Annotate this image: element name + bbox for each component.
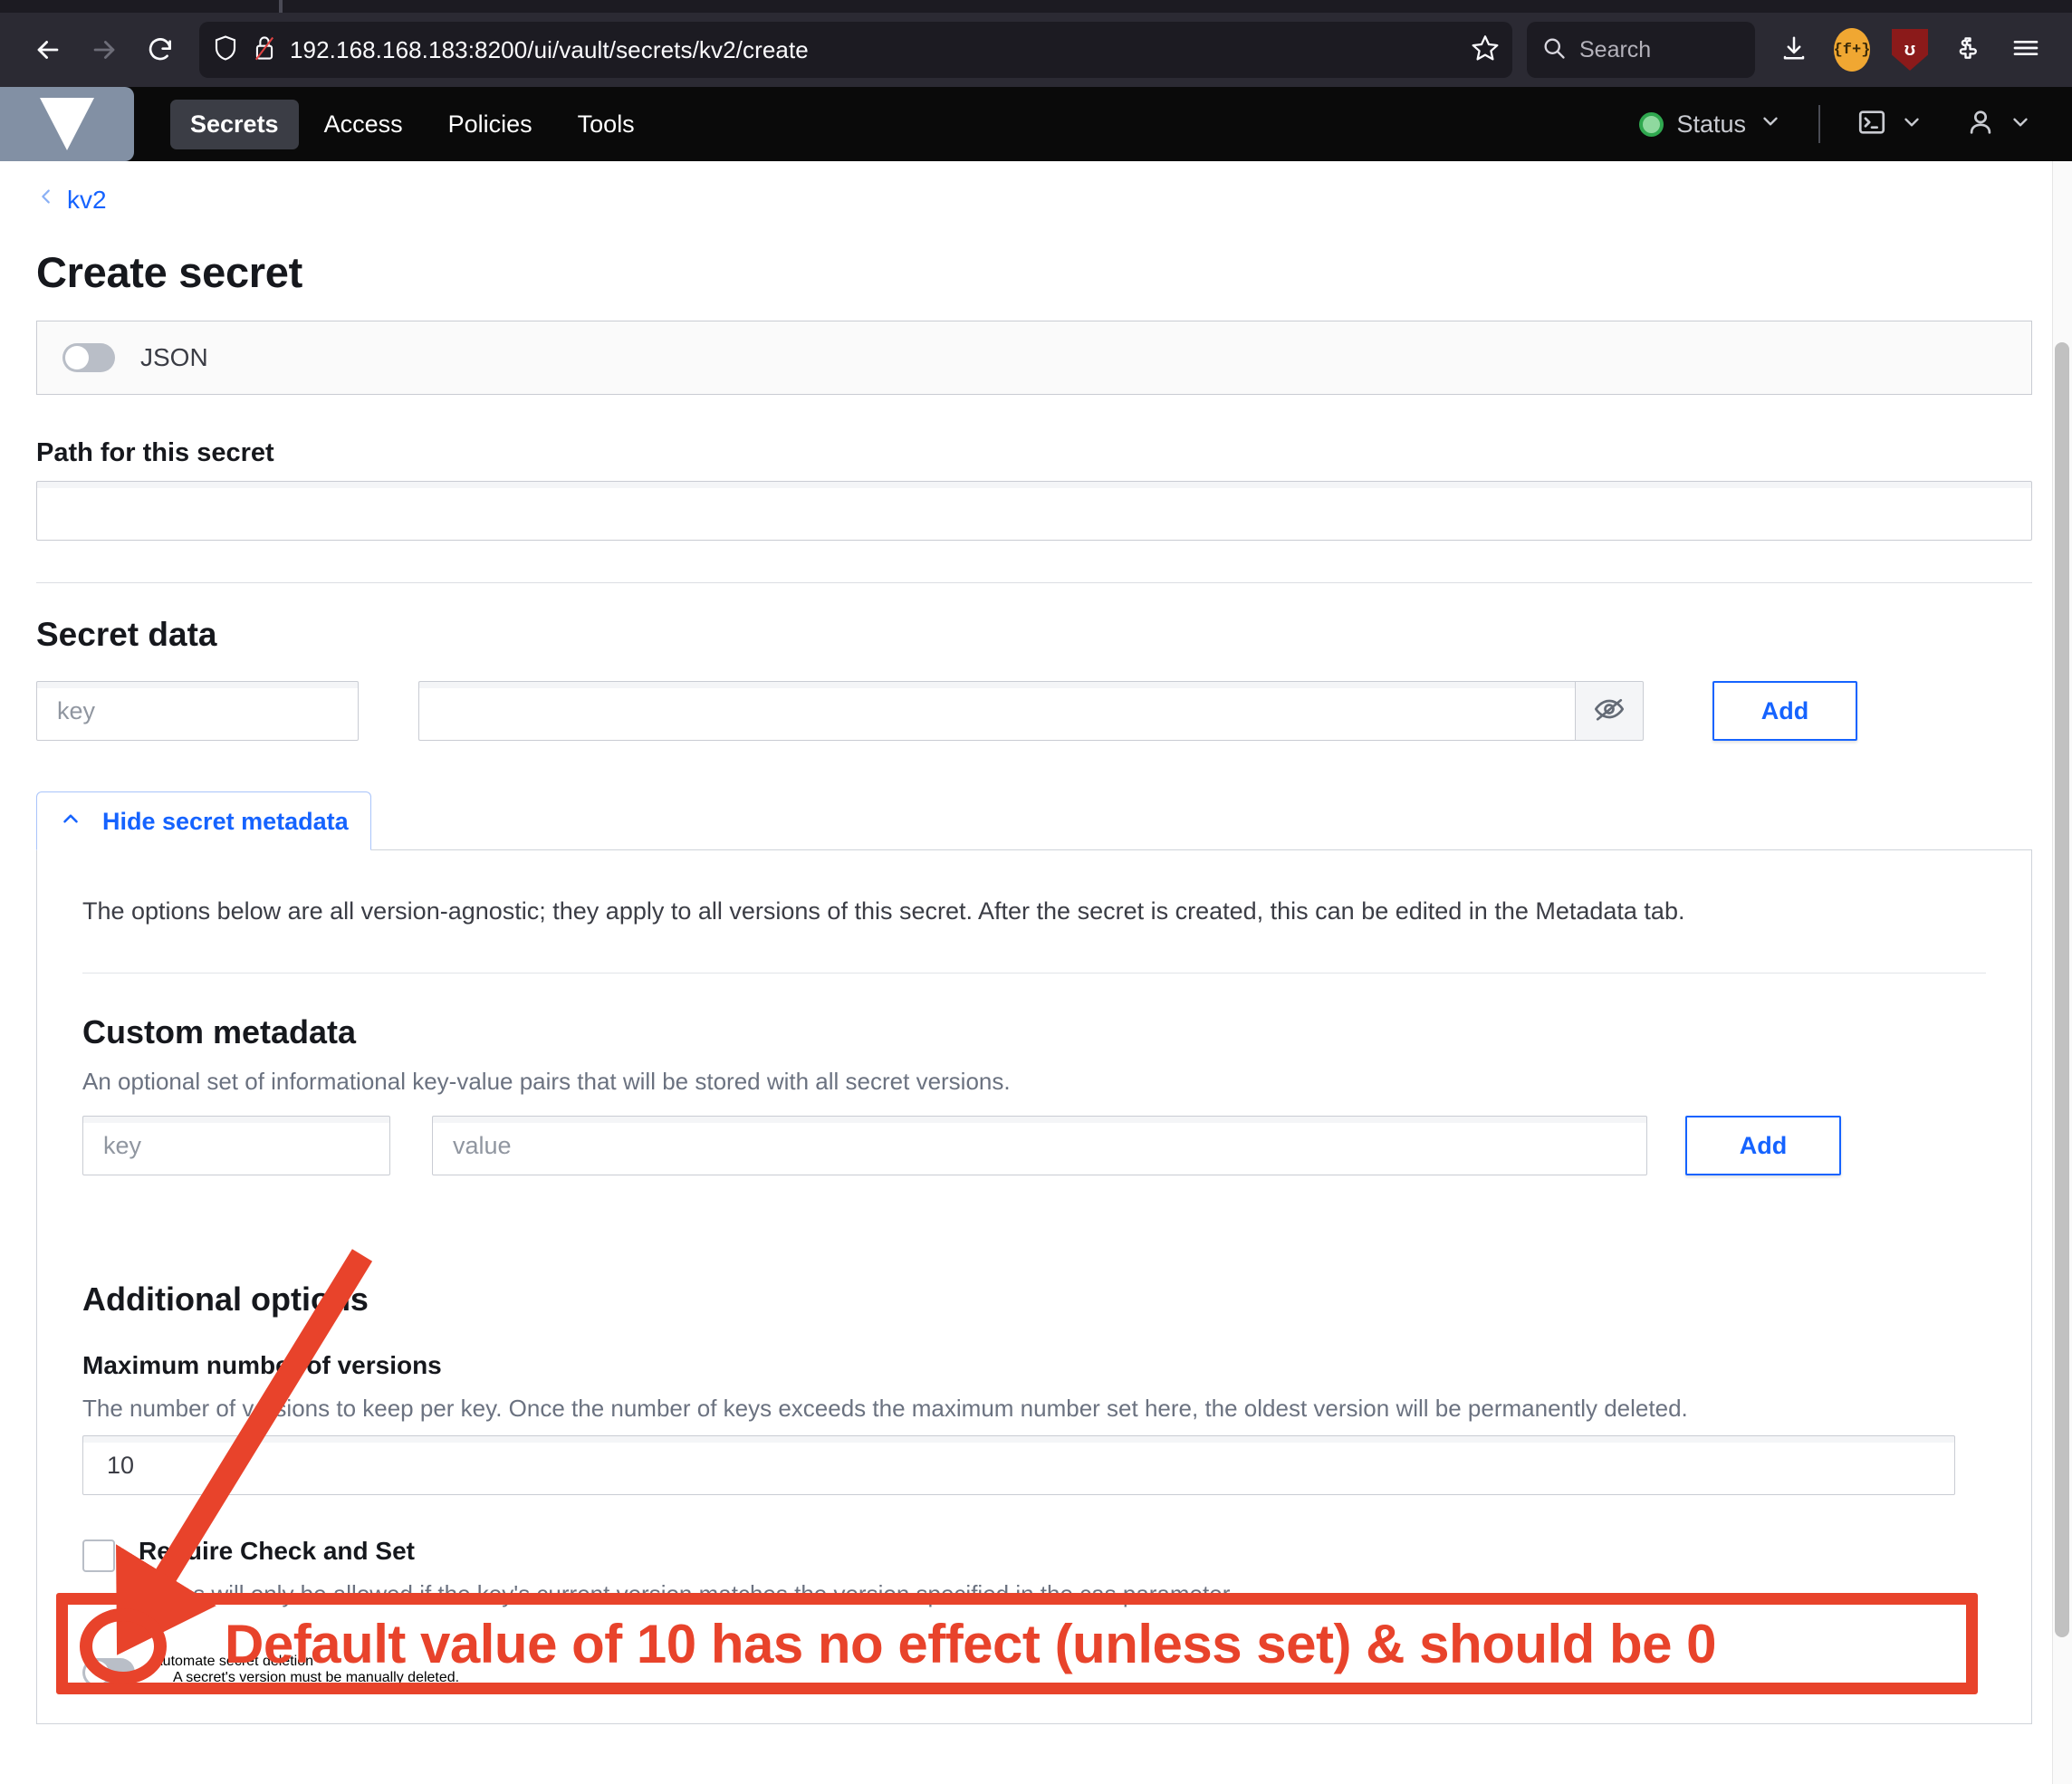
additional-options-title: Additional options [82,1280,369,1318]
json-toggle[interactable] [62,343,115,372]
toolbar-icon-group: {f+} ʊ [1768,24,2052,76]
lock-broken-icon[interactable] [252,34,277,66]
page-scrollbar[interactable] [2052,161,2072,1784]
star-icon [1471,34,1500,66]
status-indicator-icon [1639,111,1664,137]
automate-deletion-toggle[interactable] [82,1658,135,1687]
extension-ublock-button[interactable]: ʊ [1884,24,1936,76]
max-versions-description: The number of versions to keep per key. … [82,1395,1688,1422]
secret-data-row: key Add [36,681,2032,741]
hamburger-menu-icon [2011,34,2040,67]
path-field-label: Path for this secret [36,438,274,467]
breadcrumb: kv2 [36,161,2032,215]
status-menu[interactable]: Status [1639,110,1782,139]
console-icon [1856,107,1887,142]
secret-data-add-button[interactable]: Add [1712,681,1857,741]
vault-nav-right: Status [1639,87,2072,161]
automate-deletion-label: Automate secret deletion [153,1654,313,1669]
nav-divider [1818,105,1820,143]
max-versions-label: Maximum number of versions [82,1351,442,1379]
app-menu-button[interactable] [2000,24,2052,76]
chevron-left-icon [36,185,56,215]
chevron-down-icon [1900,110,1923,139]
path-input[interactable] [36,481,2032,541]
json-toggle-label: JSON [140,343,208,371]
shield-icon[interactable] [212,34,239,66]
user-menu[interactable] [1965,107,2032,142]
metadata-divider [82,973,1986,974]
secret-value-textarea[interactable] [418,681,1575,741]
secret-key-input[interactable]: key [36,681,359,741]
automate-deletion-row: Automate secret deletion A secret's vers… [82,1654,1986,1687]
breadcrumb-link-kv2[interactable]: kv2 [67,186,107,215]
nav-item-tools[interactable]: Tools [558,100,655,149]
vault-logo-icon [40,98,94,150]
chevron-down-icon [1759,110,1782,139]
page-title: Create secret [36,248,302,296]
reload-icon [146,35,175,64]
custom-metadata-value-input[interactable]: value [432,1116,1647,1175]
section-divider [36,582,2032,583]
nav-item-secrets[interactable]: Secrets [170,99,299,149]
browser-toolbar: 192.168.168.183:8200/ui/vault/secrets/kv… [0,13,2072,87]
metadata-intro-text: The options below are all version-agnost… [82,897,1685,925]
custom-metadata-title: Custom metadata [82,1013,357,1050]
vault-logo[interactable] [0,87,134,161]
nav-item-access[interactable]: Access [304,100,423,149]
nav-item-policies[interactable]: Policies [428,100,552,149]
vault-top-nav: Secrets Access Policies Tools Status [0,87,2072,161]
page-content: kv2 Create secret JSON Path for this sec… [0,161,2072,1784]
require-check-and-set-body: Require Check and Set Writes will only b… [139,1537,1235,1608]
chevron-down-icon [2009,110,2032,139]
chevron-up-icon [59,807,82,837]
mask-value-button[interactable] [1575,681,1644,741]
extensions-puzzle-icon [1954,34,1981,66]
require-check-and-set-checkbox[interactable] [82,1539,115,1572]
address-bar[interactable]: 192.168.168.183:8200/ui/vault/secrets/kv… [199,22,1512,78]
secret-data-title: Secret data [36,616,217,653]
automate-deletion-description: A secret's version must be manually dele… [173,1670,460,1685]
hide-secret-metadata-button[interactable]: Hide secret metadata [36,791,371,850]
fplus-extension-icon: {f+} [1834,28,1870,72]
back-arrow-icon [33,34,63,65]
url-text: 192.168.168.183:8200/ui/vault/secrets/kv… [290,35,809,63]
eye-off-icon [1593,693,1626,730]
require-check-and-set-label: Require Check and Set [139,1537,415,1565]
bookmark-button[interactable] [1471,34,1500,67]
require-check-and-set-row: Require Check and Set Writes will only b… [82,1537,1986,1608]
downloads-button[interactable] [1768,24,1820,76]
secret-metadata-panel: The options below are all version-agnost… [36,849,2032,1724]
require-check-and-set-description: Writes will only be allowed if the key's… [139,1580,1236,1607]
custom-metadata-add-button[interactable]: Add [1685,1116,1841,1175]
user-icon [1965,107,1996,142]
extensions-button[interactable] [1942,24,1994,76]
max-versions-input[interactable]: 10 [82,1435,1955,1495]
ublock-shield-icon: ʊ [1892,29,1928,71]
back-button[interactable] [20,22,76,78]
console-menu[interactable] [1856,107,1923,142]
forward-arrow-icon [89,34,120,65]
hide-secret-metadata-label: Hide secret metadata [102,808,349,835]
custom-metadata-row: key value Add [82,1116,1986,1175]
download-icon [1780,34,1808,66]
json-toggle-bar: JSON [36,321,2032,395]
search-bar[interactable]: Search [1527,22,1755,78]
custom-metadata-description: An optional set of informational key-val… [82,1068,1011,1095]
status-label: Status [1676,110,1746,138]
tab-separator [279,0,283,13]
automate-deletion-toggle-knob [85,1661,109,1684]
scrollbar-thumb[interactable] [2055,342,2069,1637]
custom-metadata-key-input[interactable]: key [82,1116,390,1175]
json-toggle-knob [65,346,89,369]
browser-tab-strip [0,0,2072,13]
search-icon [1541,35,1567,65]
secret-value-group [418,681,1644,741]
automate-deletion-body: Automate secret deletion A secret's vers… [153,1654,459,1686]
vault-nav-items: Secrets Access Policies Tools [170,87,655,161]
forward-button[interactable] [76,22,132,78]
search-input[interactable]: Search [1579,37,1651,63]
extension-fplus-button[interactable]: {f+} [1826,24,1878,76]
reload-button[interactable] [132,22,188,78]
